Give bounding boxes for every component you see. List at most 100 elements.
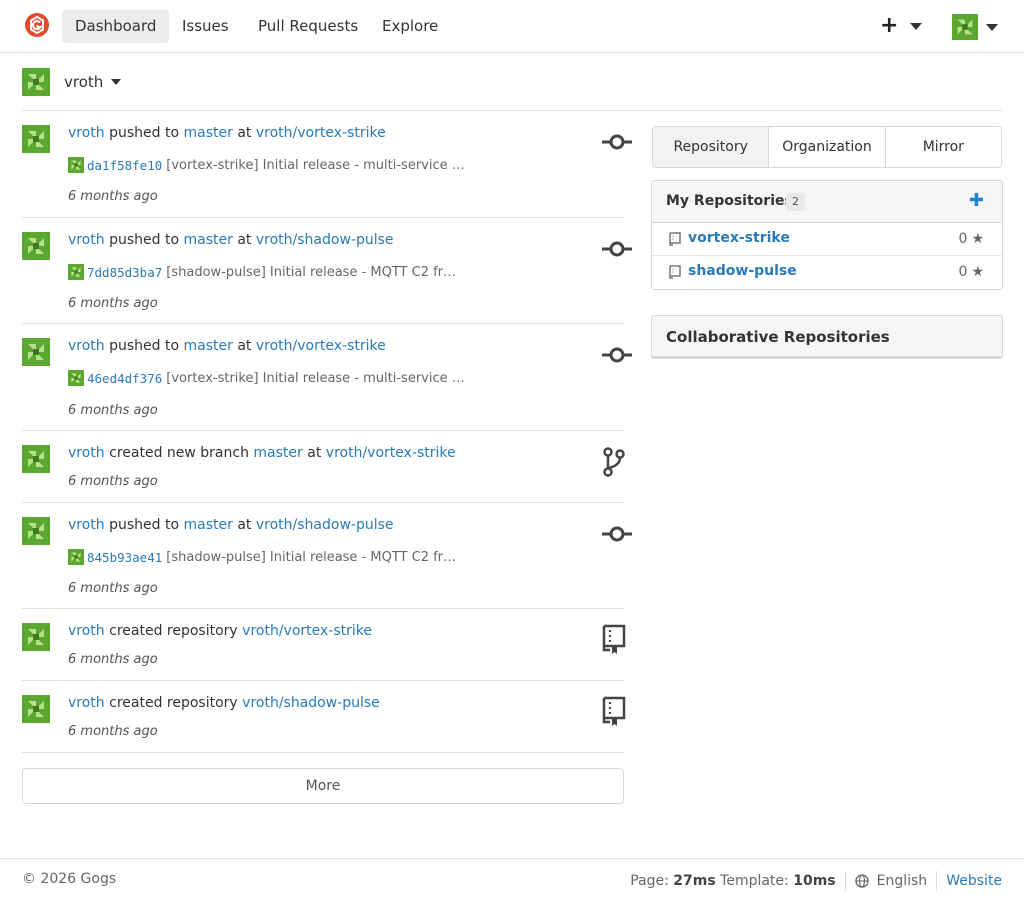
feed-repo-link[interactable]: vroth/vortex-strike (256, 125, 386, 141)
nav-issues[interactable]: Issues (169, 10, 242, 43)
feed-item-summary: vroth created new branch master at vroth… (68, 445, 456, 461)
chevron-down-icon (111, 79, 122, 85)
feed-item: vroth created repository vroth/shadow-pu… (22, 681, 627, 753)
my-repositories-header: My Repositories 2 ✚ (652, 181, 1002, 223)
feed-user-link[interactable]: vroth (68, 445, 105, 461)
feed-user-link[interactable]: vroth (68, 232, 105, 248)
chevron-down-icon (986, 23, 998, 31)
feed-action: pushed to (109, 125, 180, 141)
commit-message: [shadow-pulse] Initial release - MQTT C2… (166, 549, 463, 565)
commit-line: 845b93ae41 [shadow-pulse] Initial releas… (68, 549, 462, 565)
template-time-value: 10ms (793, 873, 836, 889)
language-label: English (876, 873, 928, 889)
feed-repo-link[interactable]: vroth/vortex-strike (256, 338, 386, 354)
commit-icon (602, 131, 632, 157)
language-selector[interactable]: English (854, 873, 928, 889)
feed-item-summary: vroth created repository vroth/vortex-st… (68, 623, 372, 639)
commit-message: [vortex-strike] Initial release - multi-… (166, 370, 467, 386)
more-button[interactable]: More (22, 768, 624, 804)
branch-icon (603, 447, 625, 481)
avatar (68, 370, 84, 386)
feed-branch-link[interactable]: master (184, 125, 233, 141)
page-time-value: 27ms (673, 873, 716, 889)
chevron-down-icon (910, 22, 923, 30)
avatar (22, 68, 50, 96)
avatar[interactable] (22, 695, 50, 723)
repo-stars: 0 ★ (959, 264, 984, 280)
nav-pull-requests[interactable]: Pull Requests (245, 10, 371, 43)
my-repositories-panel: My Repositories 2 ✚ vortex-strike 0 ★ sh… (651, 180, 1003, 290)
tab-mirror[interactable]: Mirror (886, 127, 1001, 167)
repo-icon (668, 232, 682, 251)
commit-sha-link[interactable]: 845b93ae41 (87, 550, 162, 565)
nav-explore[interactable]: Explore (369, 10, 451, 43)
star-icon: ★ (971, 231, 984, 247)
feed-at: at (237, 517, 252, 533)
repo-count-badge: 2 (786, 193, 805, 211)
avatar[interactable] (22, 338, 50, 366)
avatar (68, 549, 84, 565)
feed-action: pushed to (109, 338, 180, 354)
add-repository-icon[interactable]: ✚ (969, 190, 984, 211)
avatar[interactable] (22, 125, 50, 153)
gogs-logo-icon[interactable] (24, 12, 50, 38)
feed-repo-link[interactable]: vroth/vortex-strike (326, 445, 456, 461)
my-repositories-title: My Repositories (666, 193, 793, 209)
feed-user-link[interactable]: vroth (68, 125, 105, 141)
star-count: 0 (958, 264, 968, 280)
footer-info: Page: 27ms Template: 10ms English Websit… (630, 871, 1002, 891)
feed-item: vroth pushed to master at vroth/vortex-s… (22, 111, 632, 218)
feed-item: vroth created new branch master at vroth… (22, 431, 625, 503)
repo-book-icon (601, 695, 627, 731)
feed-repo-link[interactable]: vroth/shadow-pulse (256, 517, 394, 533)
tab-repository[interactable]: Repository (653, 127, 770, 167)
user-menu[interactable] (952, 14, 998, 40)
feed-item-summary: vroth created repository vroth/shadow-pu… (68, 695, 380, 711)
commit-sha-link[interactable]: 7dd85d3ba7 (87, 265, 162, 280)
feed-time: 6 months ago (68, 724, 158, 739)
activity-feed: vroth pushed to master at vroth/vortex-s… (22, 111, 632, 753)
avatar (68, 157, 84, 173)
repo-list-item[interactable]: vortex-strike 0 ★ (652, 223, 1002, 256)
avatar[interactable] (22, 623, 50, 651)
feed-branch-link[interactable]: master (184, 232, 233, 248)
feed-repo-link[interactable]: vroth/vortex-strike (242, 623, 372, 639)
website-link[interactable]: Website (946, 873, 1002, 889)
tab-organization[interactable]: Organization (769, 127, 886, 167)
feed-branch-link[interactable]: master (184, 517, 233, 533)
commit-sha-link[interactable]: da1f58fe10 (87, 158, 162, 173)
nav-dashboard[interactable]: Dashboard (62, 10, 170, 43)
feed-at: at (307, 445, 322, 461)
avatar[interactable] (22, 517, 50, 545)
commit-icon (602, 523, 632, 549)
repo-name-link[interactable]: shadow-pulse (688, 263, 797, 279)
avatar (952, 14, 978, 40)
feed-action: pushed to (109, 517, 180, 533)
feed-repo-link[interactable]: vroth/shadow-pulse (242, 695, 380, 711)
page-time-label: Page: (630, 873, 669, 889)
collaborative-repositories-title: Collaborative Repositories (666, 328, 890, 346)
feed-time: 6 months ago (68, 474, 158, 489)
context-switcher[interactable]: vroth (22, 68, 122, 96)
feed-user-link[interactable]: vroth (68, 338, 105, 354)
feed-time: 6 months ago (68, 652, 158, 667)
divider (936, 871, 938, 891)
feed-item: vroth pushed to master at vroth/vortex-s… (22, 324, 632, 431)
repo-book-icon (601, 623, 627, 659)
feed-user-link[interactable]: vroth (68, 695, 105, 711)
feed-branch-link[interactable]: master (184, 338, 233, 354)
feed-user-link[interactable]: vroth (68, 623, 105, 639)
commit-message: [shadow-pulse] Initial release - MQTT C2… (166, 264, 463, 280)
feed-action: created repository (109, 695, 238, 711)
repo-list-item[interactable]: shadow-pulse 0 ★ (652, 256, 1002, 289)
feed-item: vroth pushed to master at vroth/shadow-p… (22, 218, 632, 324)
feed-user-link[interactable]: vroth (68, 517, 105, 533)
feed-repo-link[interactable]: vroth/shadow-pulse (256, 232, 394, 248)
feed-branch-link[interactable]: master (253, 445, 302, 461)
avatar[interactable] (22, 445, 50, 473)
repo-name-link[interactable]: vortex-strike (688, 230, 790, 246)
footer: © 2026 Gogs Page: 27ms Template: 10ms En… (0, 858, 1024, 898)
create-menu[interactable]: + (880, 14, 923, 38)
commit-sha-link[interactable]: 46ed4df376 (87, 371, 162, 386)
avatar[interactable] (22, 232, 50, 260)
